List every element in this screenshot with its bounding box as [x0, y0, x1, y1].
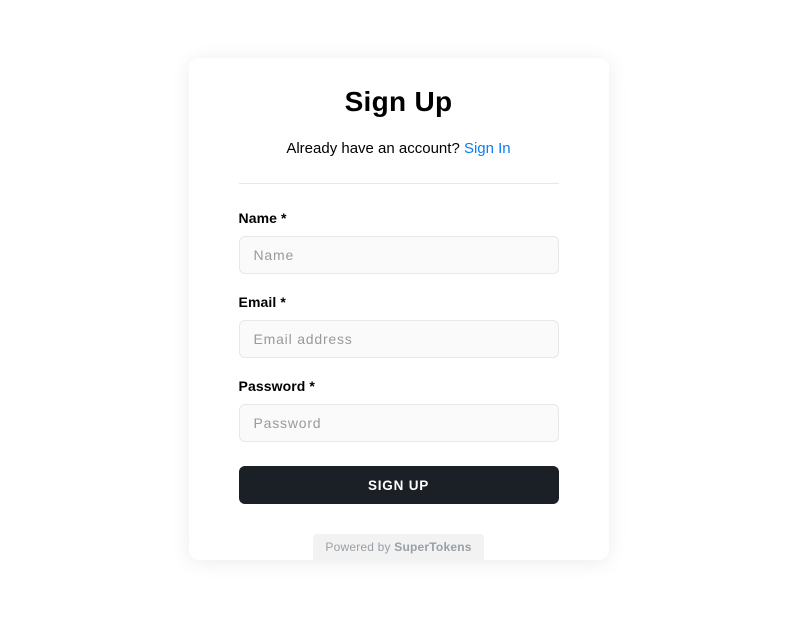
signup-card: Sign Up Already have an account? Sign In… [189, 58, 609, 560]
footer-brand: SuperTokens [394, 540, 471, 554]
divider [239, 183, 559, 184]
email-field[interactable] [239, 320, 559, 358]
name-label: Name * [239, 210, 559, 226]
subtitle-text: Already have an account? [286, 140, 464, 157]
page-title: Sign Up [239, 86, 559, 118]
name-input[interactable] [239, 236, 559, 274]
email-label: Email * [239, 294, 559, 310]
subtitle-row: Already have an account? Sign In [239, 140, 559, 157]
sign-up-button[interactable]: SIGN UP [239, 466, 559, 504]
password-label: Password * [239, 378, 559, 394]
field-name: Name * [239, 210, 559, 274]
password-input[interactable] [239, 404, 559, 442]
powered-by-link[interactable]: Powered by SuperTokens [313, 534, 483, 560]
sign-in-link[interactable]: Sign In [464, 140, 511, 157]
footer-prefix: Powered by [325, 540, 394, 554]
field-email: Email * [239, 294, 559, 358]
field-password: Password * [239, 378, 559, 442]
footer: Powered by SuperTokens [189, 534, 609, 560]
